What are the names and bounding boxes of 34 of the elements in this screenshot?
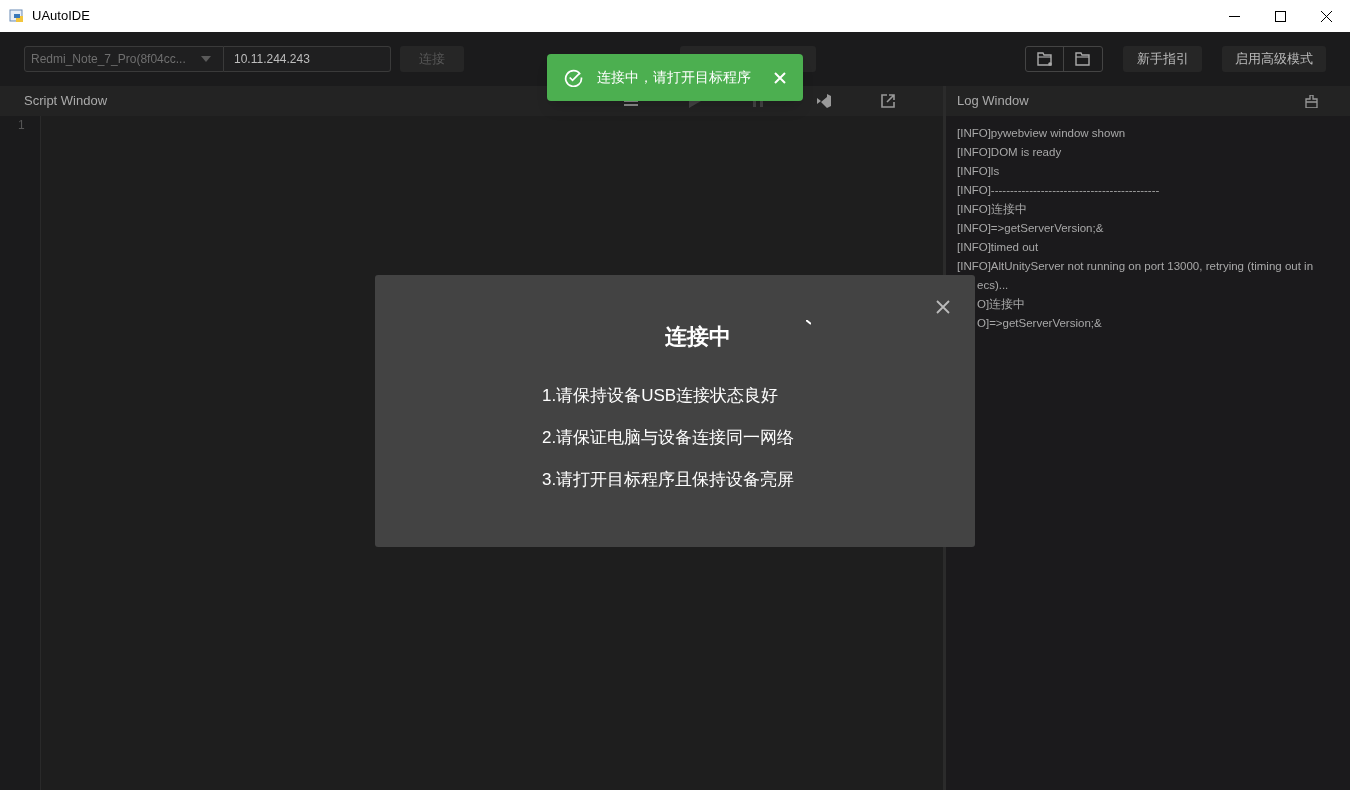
- ip-field[interactable]: 10.11.244.243: [224, 46, 391, 72]
- panel-title: Script Window: [24, 92, 108, 111]
- advanced-mode-button[interactable]: 启用高级模式: [1222, 46, 1326, 72]
- log-line: O]=>getServerVersion;&: [976, 316, 1103, 331]
- spinner-icon: [806, 320, 811, 325]
- log-line: [INFO]timed out: [957, 240, 1040, 255]
- dialog-title: 连接中: [665, 322, 731, 351]
- guide-button[interactable]: 新手指引: [1123, 46, 1202, 72]
- step-text: 3.请打开目标程序且保持设备亮屏: [542, 469, 795, 491]
- code-editor-icon[interactable]: [817, 94, 831, 108]
- log-line: [INFO]AltUnityServer not running on port 13000, retrying (timing out in: [957, 259, 1315, 274]
- broom-icon[interactable]: [1305, 94, 1318, 108]
- line-number: 1: [18, 117, 25, 133]
- step-text: 1.请保持设备USB连接状态良好: [542, 385, 780, 407]
- log-line: [INFO]DOM is ready: [957, 145, 1063, 160]
- toast-message: 连接中，请打开目标程序: [597, 68, 751, 87]
- check-circle-icon: [564, 68, 583, 87]
- panel-title: Log Window: [957, 92, 1029, 111]
- log-line: [INFO]=>getServerVersion;&: [957, 221, 1105, 236]
- new-folder-icon: [1036, 52, 1053, 66]
- dropdown-caret-icon: [201, 56, 211, 62]
- log-line: ecs)...: [976, 278, 1010, 293]
- close-icon[interactable]: [1321, 10, 1332, 22]
- log-line: O]连接中: [976, 297, 1027, 312]
- maximize-icon[interactable]: [1275, 10, 1286, 22]
- log-line: [INFO]pywebview window shown: [957, 126, 1127, 141]
- app-icon: [9, 8, 25, 24]
- window-title: UAutoIDE: [32, 7, 90, 26]
- log-line: [INFO]ls: [957, 164, 1001, 179]
- log-line: [INFO]--------------------------------------------: [957, 183, 1161, 198]
- external-link-icon[interactable]: [881, 94, 895, 108]
- log-line: [INFO]连接中: [957, 202, 1028, 217]
- folder-icon: [1075, 52, 1091, 66]
- step-text: 2.请保证电脑与设备连接同一网络: [542, 427, 795, 449]
